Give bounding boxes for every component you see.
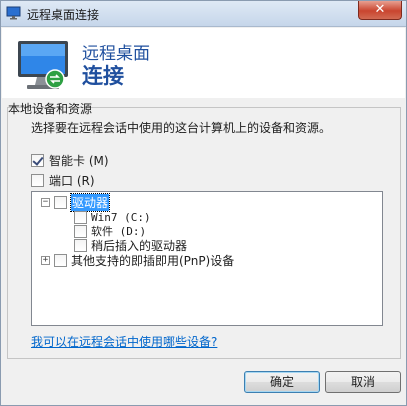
pnp-checkbox[interactable] [54,253,67,267]
close-button[interactable]: ✕ [358,1,402,20]
port-checkbox[interactable] [31,173,44,187]
smart-card-label: 智能卡 (M) [49,153,109,168]
group-label: 本地设备和资源 [8,102,93,116]
drive-checkbox[interactable] [74,210,87,224]
group-description: 选择要在远程会话中使用的这台计算机上的设备和资源。 [31,121,332,135]
title-bar[interactable]: 远程桌面连接 ✕ [1,1,406,27]
remote-desktop-icon [6,6,21,20]
header-title-line2: 连接 [82,64,124,88]
drive-checkbox[interactable] [74,224,87,238]
drive-checkbox[interactable] [74,238,87,252]
smart-card-checkbox[interactable] [31,153,44,167]
device-tree[interactable]: − 驱动器 Win7 (C:) 软件 (D:) 稍后插入的驱动器 + 其他支持的… [31,191,383,326]
drive-label: Win7 (C:) [91,210,151,224]
monitor-icon [18,41,68,89]
expand-icon[interactable]: + [41,255,50,265]
tree-item-drives[interactable]: − 驱动器 [41,192,111,212]
smart-card-option[interactable]: 智能卡 (M) [31,153,109,168]
ok-button[interactable]: 确定 [244,371,320,393]
tree-item-pnp-devices[interactable]: + 其他支持的即插即用(PnP)设备 [41,253,235,268]
window-title: 远程桌面连接 [27,8,100,22]
collapse-icon[interactable]: − [41,197,50,207]
drives-label[interactable]: 驱动器 [69,192,111,212]
pnp-label: 其他支持的即插即用(PnP)设备 [71,253,235,268]
header-banner: 远程桌面 连接 [2,28,405,98]
port-label: 端口 (R) [49,173,95,188]
tree-item-drive[interactable]: 稍后插入的驱动器 [74,238,187,253]
cancel-button[interactable]: 取消 [325,371,401,393]
devices-help-link[interactable]: 我可以在远程会话中使用哪些设备? [31,333,217,350]
port-option[interactable]: 端口 (R) [31,173,95,188]
tree-item-drive[interactable]: Win7 (C:) [74,210,151,224]
remote-desktop-dialog: 远程桌面连接 ✕ 远程桌面 连接 本地设备和资源 选择要在远程会话中使用的这台计… [0,0,407,406]
drives-checkbox[interactable] [54,195,67,209]
